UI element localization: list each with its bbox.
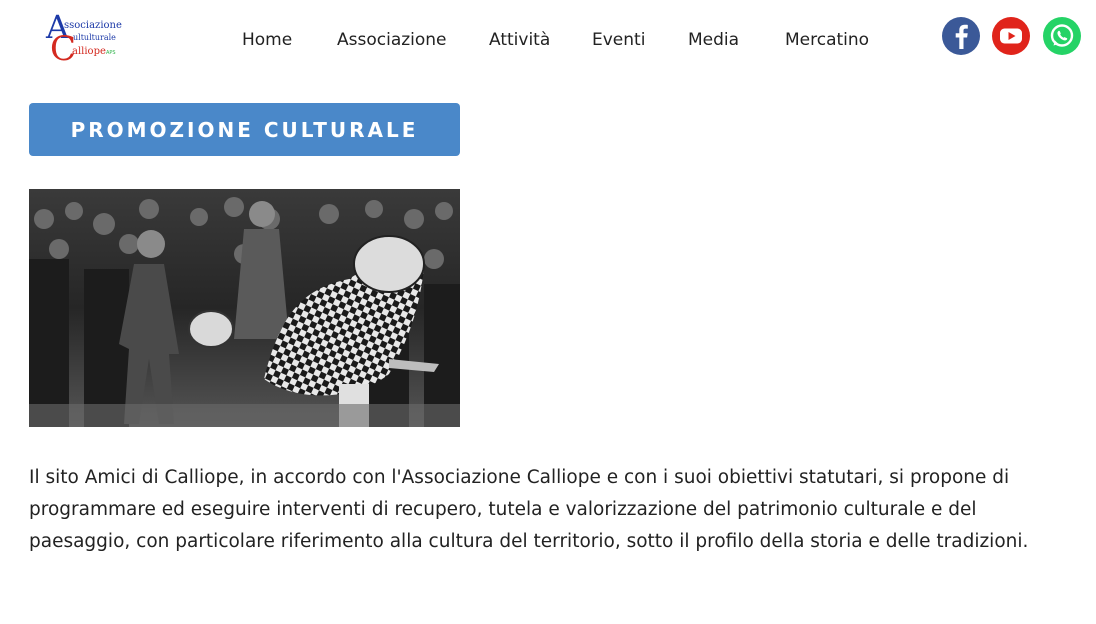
photo-illustration xyxy=(29,189,460,427)
nav-home[interactable]: Home xyxy=(242,30,292,50)
nav-attivita[interactable]: Attività xyxy=(489,30,550,50)
nav-associazione[interactable]: Associazione xyxy=(337,30,447,50)
site-header: A C ssociazione ultulturale alliope APS … xyxy=(0,0,1096,80)
section-button-promozione-culturale[interactable]: PROMOZIONE CULTURALE xyxy=(29,103,460,156)
whatsapp-icon[interactable] xyxy=(1042,16,1082,56)
nav-media[interactable]: Media xyxy=(688,30,739,50)
nav-eventi[interactable]: Eventi xyxy=(592,30,645,50)
intro-paragraph: Il sito Amici di Calliope, in accordo co… xyxy=(29,467,1029,552)
facebook-icon[interactable] xyxy=(941,16,981,56)
main-nav: Home Associazione Attività Eventi Media … xyxy=(0,30,1096,54)
youtube-icon[interactable] xyxy=(991,16,1031,56)
nav-mercatino[interactable]: Mercatino xyxy=(785,30,869,50)
festival-photo xyxy=(29,189,460,427)
